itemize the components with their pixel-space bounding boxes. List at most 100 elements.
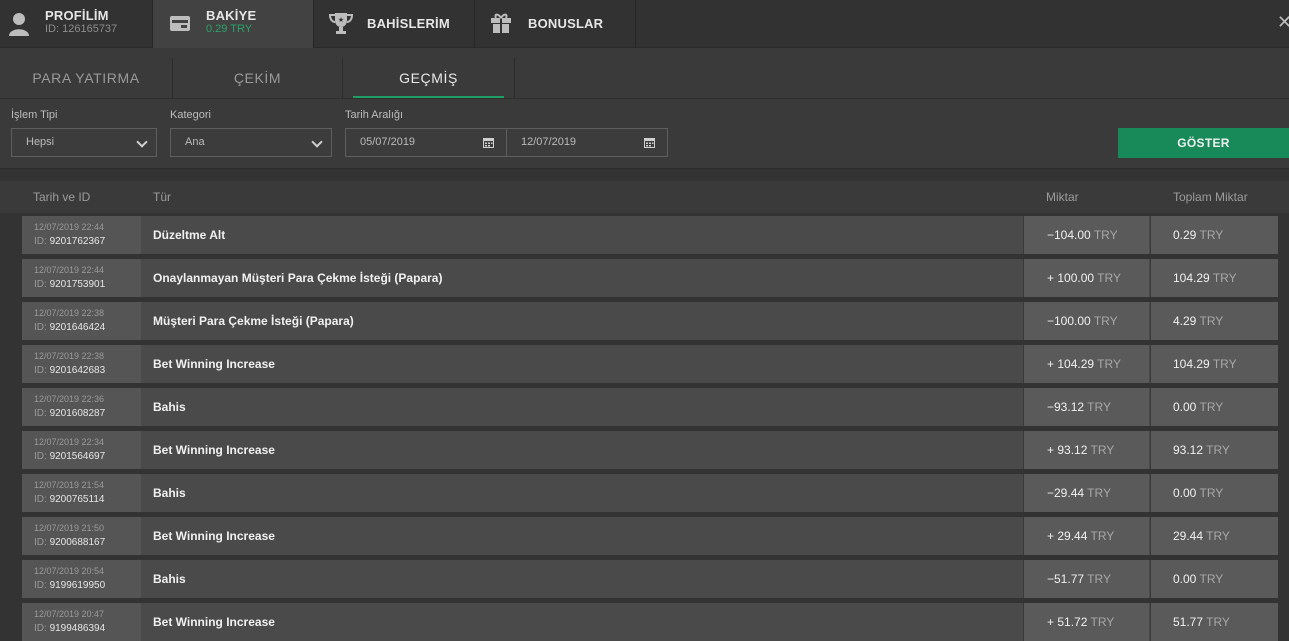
- nav-profile[interactable]: PROFİLİM ID: 126165737: [0, 0, 153, 48]
- date-id-cell: 12/07/2019 20:54 ID: 9199619950: [22, 560, 141, 598]
- amount: + 51.72 TRY: [1047, 603, 1114, 641]
- transaction-id-value: 9201608287: [49, 408, 106, 419]
- currency: TRY: [1090, 615, 1115, 629]
- table-row[interactable]: 12/07/2019 22:44 ID: 9201762367 Düzeltme…: [22, 216, 1278, 254]
- table-row[interactable]: 12/07/2019 22:36 ID: 9201608287 Bahis −9…: [22, 388, 1278, 426]
- table-row[interactable]: 12/07/2019 22:34 ID: 9201564697 Bet Winn…: [22, 431, 1278, 469]
- total-amount: 51.77 TRY: [1173, 603, 1230, 641]
- transaction-type: Bahis: [153, 486, 186, 500]
- transaction-id-value: 9200765114: [49, 494, 105, 505]
- amount-value: −51.77: [1047, 572, 1085, 586]
- transaction-id: ID: 9199619950: [34, 580, 105, 591]
- header-type: Tür: [153, 190, 171, 204]
- transaction-type: Bet Winning Increase: [153, 529, 275, 543]
- id-prefix: ID:: [34, 451, 47, 462]
- total-value: 4.29: [1173, 314, 1197, 328]
- divider: [0, 98, 1289, 99]
- table-row[interactable]: 12/07/2019 20:54 ID: 9199619950 Bahis −5…: [22, 560, 1278, 598]
- transaction-type: Onaylanmayan Müşteri Para Çekme İsteği (…: [153, 271, 443, 285]
- date-from-value: 05/07/2019: [360, 136, 416, 148]
- total-cell: 104.29 TRY: [1150, 345, 1278, 383]
- total-cell: 51.77 TRY: [1150, 603, 1278, 641]
- amount-value: + 51.72: [1047, 615, 1088, 629]
- total-cell: 104.29 TRY: [1150, 259, 1278, 297]
- total-cell: 4.29 TRY: [1150, 302, 1278, 340]
- nav-bonuses[interactable]: BONUSLAR: [475, 0, 636, 48]
- svg-text:★: ★: [338, 16, 344, 24]
- category-select[interactable]: Ana: [170, 128, 332, 157]
- amount: −93.12 TRY: [1047, 388, 1111, 426]
- amount-cell: −100.00 TRY: [1023, 302, 1149, 340]
- total-value: 0.00: [1173, 400, 1197, 414]
- amount-value: + 104.29: [1047, 357, 1095, 371]
- transaction-id-value: 9201646424: [49, 322, 106, 333]
- trophy-icon: ★: [328, 13, 354, 34]
- total-amount: 104.29 TRY: [1173, 259, 1237, 297]
- transaction-type: Bahis: [153, 572, 186, 586]
- close-icon[interactable]: ✕: [1277, 12, 1289, 32]
- transaction-id: ID: 9201564697: [34, 451, 105, 462]
- date-to-value: 12/07/2019: [521, 136, 577, 148]
- amount-cell: −29.44 TRY: [1023, 474, 1149, 512]
- currency: TRY: [1199, 486, 1224, 500]
- id-prefix: ID:: [34, 322, 47, 333]
- date-to-input[interactable]: 12/07/2019: [506, 128, 668, 157]
- amount-cell: + 100.00 TRY: [1023, 259, 1149, 297]
- transaction-type-label: İşlem Tipi: [11, 109, 58, 121]
- header-total: Toplam Miktar: [1173, 190, 1248, 204]
- date-from-input[interactable]: 05/07/2019: [345, 128, 507, 157]
- amount-cell: + 51.72 TRY: [1023, 603, 1149, 641]
- id-prefix: ID:: [34, 279, 47, 290]
- currency: TRY: [1097, 357, 1121, 371]
- tab-history[interactable]: GEÇMİŞ: [343, 58, 515, 98]
- table-row[interactable]: 12/07/2019 22:38 ID: 9201646424 Müşteri …: [22, 302, 1278, 340]
- transaction-date: 12/07/2019 22:38: [34, 308, 105, 318]
- id-prefix: ID:: [34, 494, 47, 505]
- currency: TRY: [1097, 271, 1121, 285]
- currency: TRY: [1206, 529, 1230, 543]
- table-header: Tarih ve ID Tür Miktar Toplam Miktar: [0, 181, 1289, 213]
- show-button[interactable]: GÖSTER: [1118, 128, 1289, 158]
- amount-value: + 29.44: [1047, 529, 1088, 543]
- tab-withdraw[interactable]: ÇEKİM: [173, 58, 343, 98]
- transaction-id: ID: 9201642683: [34, 365, 105, 376]
- table-row[interactable]: 12/07/2019 22:38 ID: 9201642683 Bet Winn…: [22, 345, 1278, 383]
- total-amount: 0.29 TRY: [1173, 216, 1223, 254]
- total-cell: 29.44 TRY: [1150, 517, 1278, 555]
- total-amount: 29.44 TRY: [1173, 517, 1230, 555]
- tab-deposit[interactable]: PARA YATIRMA: [0, 58, 173, 98]
- total-amount: 4.29 TRY: [1173, 302, 1223, 340]
- transaction-id-value: 9201564697: [49, 451, 106, 462]
- transaction-id-value: 9199486394: [49, 623, 106, 634]
- total-amount: 0.00 TRY: [1173, 474, 1223, 512]
- table-row[interactable]: 12/07/2019 21:54 ID: 9200765114 Bahis −2…: [22, 474, 1278, 512]
- currency: TRY: [1199, 572, 1224, 586]
- table-row[interactable]: 12/07/2019 22:44 ID: 9201753901 Onaylanm…: [22, 259, 1278, 297]
- transaction-id: ID: 9200765114: [34, 494, 104, 505]
- gift-icon: [491, 13, 511, 33]
- amount: −29.44 TRY: [1047, 474, 1111, 512]
- transaction-date: 12/07/2019 22:36: [34, 394, 105, 404]
- calendar-icon[interactable]: [483, 137, 494, 148]
- total-cell: 0.00 TRY: [1150, 560, 1278, 598]
- calendar-icon[interactable]: [644, 137, 655, 148]
- table-row[interactable]: 12/07/2019 20:47 ID: 9199486394 Bet Winn…: [22, 603, 1278, 641]
- transaction-date: 12/07/2019 20:47: [34, 609, 105, 619]
- nav-balance-title: BAKİYE: [206, 8, 257, 23]
- currency: TRY: [1087, 486, 1111, 500]
- amount-cell: −93.12 TRY: [1023, 388, 1149, 426]
- transaction-type-select[interactable]: Hepsi: [11, 128, 157, 157]
- nav-balance[interactable]: BAKİYE 0.29 TRY: [153, 0, 314, 48]
- header-amount: Miktar: [1046, 190, 1079, 204]
- nav-my-bets[interactable]: ★ BAHİSLERİM: [314, 0, 475, 48]
- total-value: 0.29: [1173, 228, 1197, 242]
- date-range-label: Tarih Aralığı: [345, 109, 404, 121]
- amount: + 104.29 TRY: [1047, 345, 1121, 383]
- transaction-id-value: 9199619950: [49, 580, 106, 591]
- table-row[interactable]: 12/07/2019 21:50 ID: 9200688167 Bet Winn…: [22, 517, 1278, 555]
- transaction-type: Bet Winning Increase: [153, 443, 275, 457]
- nav-profile-id: ID: 126165737: [45, 23, 118, 35]
- id-prefix: ID:: [34, 623, 47, 634]
- id-prefix: ID:: [34, 236, 47, 247]
- transaction-id: ID: 9201646424: [34, 322, 105, 333]
